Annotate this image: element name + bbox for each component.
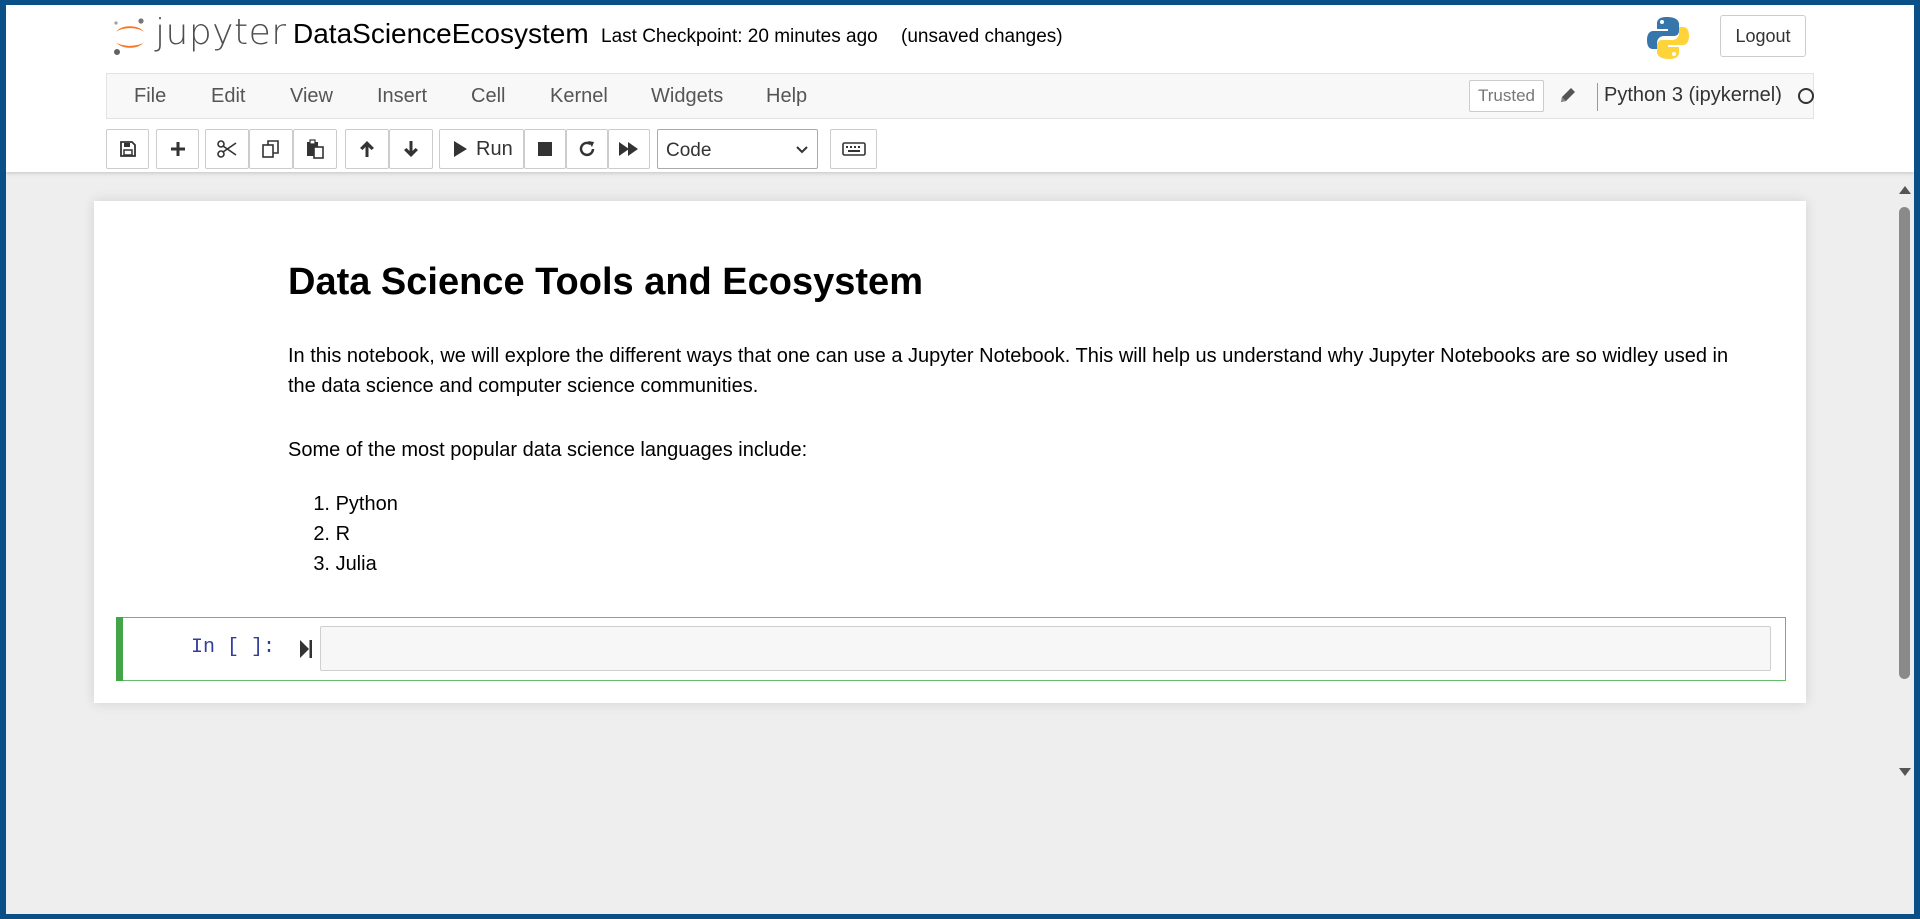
copy-icon <box>262 140 279 158</box>
list-item: 3. Julia <box>288 549 398 579</box>
restart-kernel-button[interactable] <box>566 129 608 169</box>
run-label: Run <box>476 137 513 160</box>
menu-kernel[interactable]: Kernel <box>550 85 608 108</box>
cell-type-value: Code <box>666 140 712 161</box>
notebook-header: jupyter DataScienceEcosystem Last Checkp… <box>6 5 1914 172</box>
browser-viewport: jupyter DataScienceEcosystem Last Checkp… <box>6 5 1914 914</box>
scroll-up-arrow-icon[interactable] <box>1898 185 1912 195</box>
logout-button[interactable]: Logout <box>1720 15 1806 57</box>
list-item: 2. R <box>288 519 398 549</box>
move-down-button[interactable] <box>389 129 433 169</box>
kernel-divider <box>1597 83 1598 111</box>
arrow-up-icon <box>360 141 374 157</box>
input-prompt: In [ ]: <box>191 636 276 659</box>
move-up-button[interactable] <box>345 129 389 169</box>
run-button[interactable]: Run <box>439 129 524 169</box>
menu-edit[interactable]: Edit <box>211 85 245 108</box>
scrollbar-thumb[interactable] <box>1899 207 1910 679</box>
intro-paragraph: In this notebook, we will explore the di… <box>288 345 1729 397</box>
trusted-indicator[interactable]: Trusted <box>1469 80 1545 112</box>
scrollbar[interactable] <box>1894 175 1914 787</box>
pencil-icon[interactable] <box>1559 86 1577 104</box>
interrupt-kernel-button[interactable] <box>524 129 566 169</box>
paste-icon <box>307 139 324 159</box>
save-button[interactable] <box>106 129 149 169</box>
cell-type-select[interactable]: Code <box>657 129 818 169</box>
chevron-down-icon <box>796 146 808 154</box>
list-item-text: R <box>335 523 351 545</box>
kernel-name[interactable]: Python 3 (ipykernel) <box>1604 84 1782 107</box>
python-logo-icon <box>1647 17 1689 59</box>
save-icon <box>119 141 136 157</box>
jupyter-logo-icon <box>114 18 144 55</box>
menu-help[interactable]: Help <box>766 85 807 108</box>
plus-icon <box>170 142 185 156</box>
menu-cell[interactable]: Cell <box>471 85 505 108</box>
menubar: File Edit View Insert Cell Kernel Widget… <box>106 73 1814 119</box>
run-cell-icon[interactable] <box>299 639 313 659</box>
list-item-text: Python <box>335 493 398 515</box>
languages-list: 1. Python 2. R 3. Julia <box>288 489 398 579</box>
scroll-down-arrow-icon[interactable] <box>1898 767 1912 777</box>
restart-run-all-button[interactable] <box>608 129 650 169</box>
fast-forward-icon <box>619 142 638 156</box>
notebook-heading: Data Science Tools and Ecosystem <box>288 261 923 303</box>
keyboard-icon <box>841 142 866 156</box>
arrow-down-icon <box>404 141 418 157</box>
code-cell[interactable]: In [ ]: <box>116 617 1786 681</box>
notebook-container: Data Science Tools and Ecosystem In this… <box>94 201 1806 703</box>
languages-intro: Some of the most popular data science la… <box>288 439 808 461</box>
list-item: 1. Python <box>288 489 398 519</box>
command-palette-button[interactable] <box>830 129 877 169</box>
list-item-text: Julia <box>335 553 377 575</box>
jupyter-wordmark: jupyter <box>155 12 287 53</box>
kernel-idle-indicator <box>1798 88 1814 104</box>
code-input[interactable] <box>320 626 1771 671</box>
selected-cell-indicator <box>116 617 123 681</box>
notebook-title[interactable]: DataScienceEcosystem <box>293 18 589 50</box>
list-number: 1. <box>313 493 330 515</box>
insert-cell-button[interactable] <box>156 129 199 169</box>
copy-button[interactable] <box>249 129 293 169</box>
menu-insert[interactable]: Insert <box>377 85 427 108</box>
autosave-status: (unsaved changes) <box>901 26 1063 47</box>
cut-icon <box>217 140 237 158</box>
checkpoint-status: Last Checkpoint: 20 minutes ago <box>601 26 878 47</box>
list-number: 3. <box>313 553 330 575</box>
stop-icon <box>538 142 552 156</box>
menu-widgets[interactable]: Widgets <box>651 85 723 108</box>
menu-view[interactable]: View <box>290 85 333 108</box>
restart-icon <box>579 141 595 157</box>
list-number: 2. <box>313 523 330 545</box>
play-icon <box>454 141 467 157</box>
paste-button[interactable] <box>293 129 337 169</box>
menu-file[interactable]: File <box>134 85 166 108</box>
cut-button[interactable] <box>205 129 249 169</box>
